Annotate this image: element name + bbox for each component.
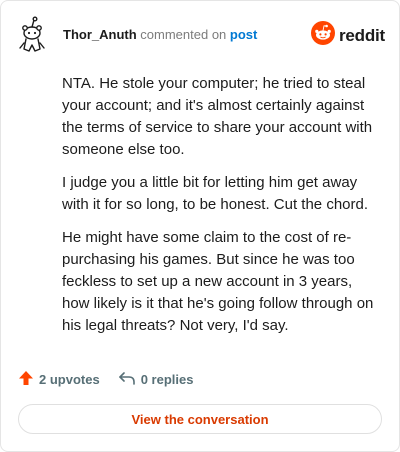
comment-header: Thor_Anuth commented on post <box>63 27 257 43</box>
reddit-wordmark: reddit <box>339 25 386 45</box>
post-link[interactable]: post <box>230 27 257 42</box>
comment-body: NTA. He stole your computer; he tried to… <box>62 73 380 348</box>
action-text: commented on <box>140 27 227 42</box>
avatar[interactable] <box>17 15 47 57</box>
comment-paragraph: I judge you a little bit for letting him… <box>62 174 369 213</box>
comment-paragraph: NTA. He stole your computer; he tried to… <box>62 75 373 158</box>
username[interactable]: Thor_Anuth <box>63 27 137 42</box>
upvote-arrow-icon <box>18 370 34 389</box>
view-conversation-button[interactable]: View the conversation <box>18 404 382 434</box>
replies-stat[interactable]: 0 replies <box>118 370 194 389</box>
replies-label: 0 replies <box>140 372 194 387</box>
comment-embed-card: Thor_Anuth commented on post reddit NTA.… <box>0 0 400 452</box>
reddit-logo[interactable]: reddit <box>311 21 385 50</box>
reddit-snoo-icon <box>311 21 335 50</box>
reply-arrow-icon <box>118 370 136 389</box>
comment-stats: 2 upvotes 0 replies <box>18 370 193 389</box>
comment-paragraph: He might have some claim to the cost of … <box>62 229 374 334</box>
upvotes-label: 2 upvotes <box>39 372 100 387</box>
upvotes-stat[interactable]: 2 upvotes <box>18 370 100 389</box>
